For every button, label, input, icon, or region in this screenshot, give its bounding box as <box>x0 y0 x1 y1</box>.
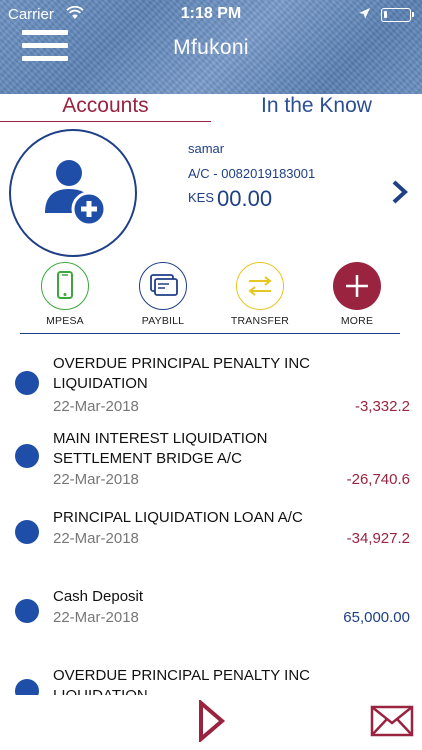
bill-icon <box>149 273 178 296</box>
transaction-amount: -26,740.6 <box>346 471 410 488</box>
transfer-label: TRANSFER <box>230 315 290 327</box>
battery-icon <box>381 8 414 22</box>
transaction-amount: -34,927.2 <box>346 530 410 547</box>
transfer-arrows-icon <box>247 275 272 296</box>
transaction-date: 22-Mar-2018 <box>53 609 139 626</box>
account-holder-name: samar <box>188 141 225 156</box>
location-arrow-icon <box>358 7 371 25</box>
chevron-right-icon[interactable] <box>390 180 410 209</box>
status-bar: Carrier 1:18 PM <box>0 0 422 30</box>
transaction-dot-icon <box>15 679 39 695</box>
transaction-list[interactable]: OVERDUE PRINCIPAL PENALTY INC LIQUIDATIO… <box>0 345 422 695</box>
transaction-amount: 65,000.00 <box>343 609 410 626</box>
transaction-description: PRINCIPAL LIQUIDATION LOAN A/C <box>53 509 303 526</box>
balance-amount: 00.00 <box>217 186 273 211</box>
more-label: MORE <box>340 315 374 327</box>
transaction-row[interactable]: Cash Deposit 22-Mar-2018 65,000.00 <box>0 587 422 667</box>
tab-accounts[interactable]: Accounts <box>0 94 211 122</box>
transaction-dot-icon <box>15 599 39 623</box>
transaction-description: Cash Deposit <box>53 588 144 605</box>
bottom-bar <box>0 695 422 750</box>
account-balance: KES 00.00 <box>188 186 272 212</box>
transaction-row[interactable]: OVERDUE PRINCIPAL PENALTY INC LIQUIDATIO… <box>0 666 422 695</box>
transaction-dot-icon <box>15 520 39 544</box>
transaction-date: 22-Mar-2018 <box>53 398 139 415</box>
transaction-dot-icon <box>15 444 39 468</box>
play-icon[interactable] <box>198 698 226 747</box>
phone-icon <box>56 270 73 299</box>
mpesa-label: MPESA <box>46 315 84 327</box>
transaction-row[interactable]: OVERDUE PRINCIPAL PENALTY INC LIQUIDATIO… <box>0 350 422 430</box>
transfer-button[interactable]: TRANSFER <box>225 262 295 327</box>
app-header: Carrier 1:18 PM Mfukoni <box>0 0 422 94</box>
app-title: Mfukoni <box>173 36 249 59</box>
balance-currency: KES <box>188 190 215 205</box>
paybill-button[interactable]: PAYBILL <box>128 262 198 327</box>
plus-icon <box>346 275 368 297</box>
add-user-icon <box>45 160 107 227</box>
transaction-dot-icon <box>15 371 39 395</box>
tab-in-the-know[interactable]: In the Know <box>211 94 422 122</box>
tab-bar: Accounts In the Know <box>0 94 422 122</box>
transaction-description: OVERDUE PRINCIPAL PENALTY INC LIQUIDATIO… <box>53 355 311 392</box>
more-button[interactable]: MORE <box>322 262 392 327</box>
transaction-date: 22-Mar-2018 <box>53 530 139 547</box>
avatar-add-user-button[interactable] <box>9 129 137 257</box>
quick-actions: MPESA PAYBILL TRANSFER MORE <box>20 262 400 334</box>
transaction-date: 22-Mar-2018 <box>53 471 139 488</box>
transaction-amount: -3,332.2 <box>354 398 410 415</box>
mail-icon[interactable] <box>370 705 414 742</box>
account-number: A/C - 0082019183001 <box>188 166 316 181</box>
transaction-row[interactable]: MAIN INTEREST LIQUIDATION SETTLEMENT BRI… <box>0 429 422 509</box>
transaction-description: OVERDUE PRINCIPAL PENALTY INC LIQUIDATIO… <box>53 667 311 695</box>
transaction-row[interactable]: PRINCIPAL LIQUIDATION LOAN A/C 22-Mar-20… <box>0 508 422 588</box>
mpesa-button[interactable]: MPESA <box>30 262 100 327</box>
transaction-description: MAIN INTEREST LIQUIDATION SETTLEMENT BRI… <box>53 430 268 467</box>
paybill-label: PAYBILL <box>141 315 185 327</box>
